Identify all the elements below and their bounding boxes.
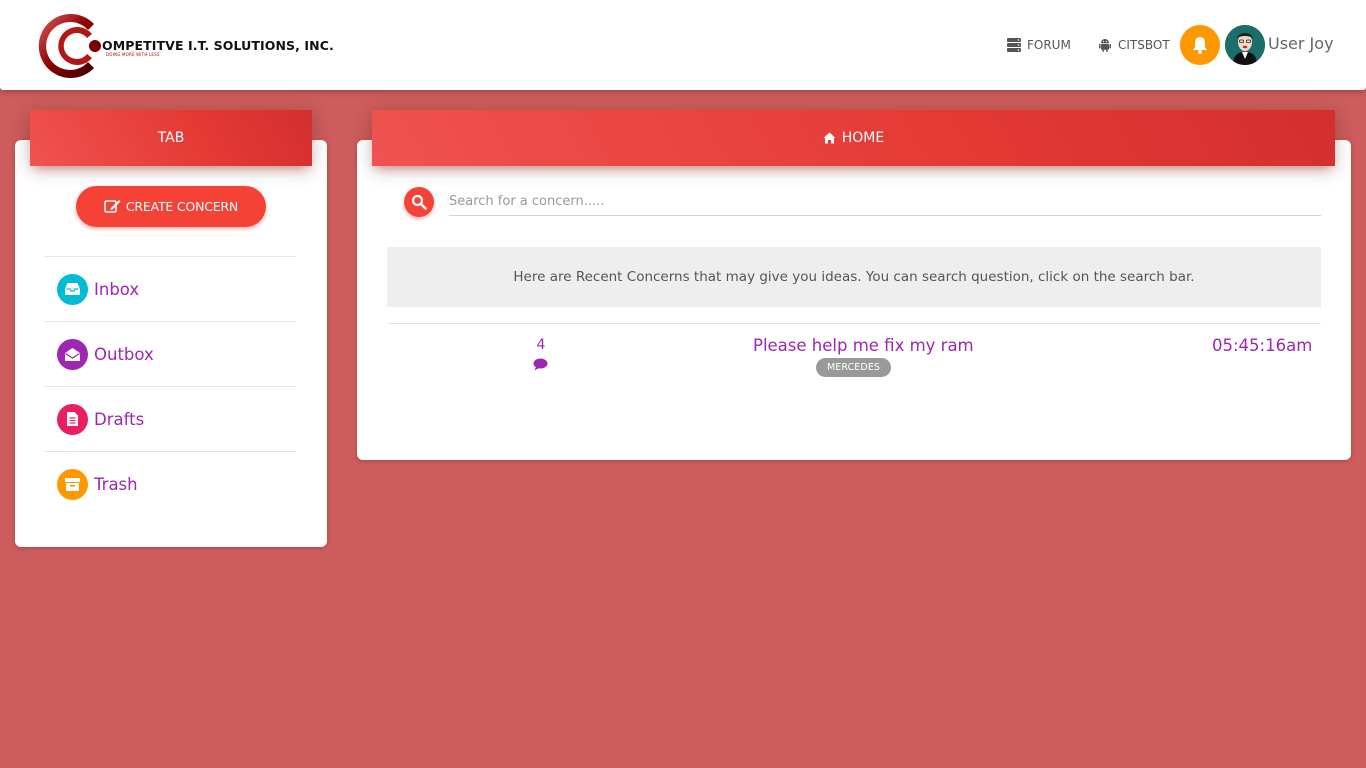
create-concern-label: CREATE CONCERN: [125, 199, 239, 214]
main-header: HOME: [372, 110, 1335, 166]
concern-tag-badge: MERCEDES: [816, 358, 891, 377]
logo-c-mark-icon: [38, 14, 101, 78]
sidebar-item-outbox[interactable]: Outbox: [44, 321, 296, 386]
notifications-button[interactable]: [1180, 25, 1220, 65]
nav-citsbot-label: CITSBOT: [1118, 38, 1170, 52]
sidebar-item-label: Inbox: [94, 279, 140, 299]
sidebar-menu: Inbox Outbox Drafts Trash: [44, 256, 296, 516]
sidebar-item-drafts[interactable]: Drafts: [44, 386, 296, 451]
sidebar-item-label: Drafts: [94, 409, 145, 429]
comment-icon: [533, 358, 548, 371]
info-text: Here are Recent Concerns that may give y…: [513, 269, 1195, 285]
company-name: OMPETITVE I.T. SOLUTIONS, INC.: [102, 38, 334, 53]
sidebar-header-title: TAB: [157, 130, 185, 146]
concern-timestamp: 05:45:16am: [1212, 336, 1313, 355]
company-logo[interactable]: OMPETITVE I.T. SOLUTIONS, INC. DOING MOR…: [36, 12, 334, 80]
archive-icon: [57, 468, 88, 500]
android-icon: [1099, 39, 1111, 52]
search-input[interactable]: [449, 188, 1321, 216]
nav-citsbot-link[interactable]: CITSBOT: [1097, 35, 1170, 55]
recent-concerns-info: Here are Recent Concerns that may give y…: [387, 247, 1321, 307]
document-icon: [57, 403, 88, 435]
envelope-open-icon: [57, 338, 88, 370]
search-icon: [411, 194, 427, 210]
reply-count: 4: [536, 337, 546, 353]
bell-icon: [1193, 37, 1207, 54]
sidebar-item-trash[interactable]: Trash: [44, 451, 296, 516]
user-avatar[interactable]: [1225, 25, 1265, 65]
top-navbar: OMPETITVE I.T. SOLUTIONS, INC. DOING MOR…: [0, 0, 1366, 90]
server-icon: [1007, 38, 1021, 52]
home-icon: [823, 132, 836, 144]
avatar-image: [1225, 25, 1265, 65]
inbox-icon: [57, 273, 88, 305]
sidebar-item-label: Trash: [94, 474, 138, 494]
create-concern-button[interactable]: CREATE CONCERN: [76, 186, 266, 227]
nav-forum-link[interactable]: FORUM: [1006, 35, 1071, 55]
edit-icon: [104, 200, 121, 213]
company-tagline: DOING MORE WITH LESS: [106, 52, 160, 57]
sidebar-header: TAB: [30, 110, 312, 166]
main-header-title: HOME: [841, 130, 885, 146]
concern-title-link[interactable]: Please help me fix my ram: [753, 336, 974, 355]
user-name-link[interactable]: User Joy: [1268, 34, 1334, 53]
nav-forum-label: FORUM: [1027, 38, 1071, 52]
search-button[interactable]: [404, 187, 434, 217]
sidebar-item-inbox[interactable]: Inbox: [44, 256, 296, 321]
sidebar-item-label: Outbox: [94, 344, 154, 364]
